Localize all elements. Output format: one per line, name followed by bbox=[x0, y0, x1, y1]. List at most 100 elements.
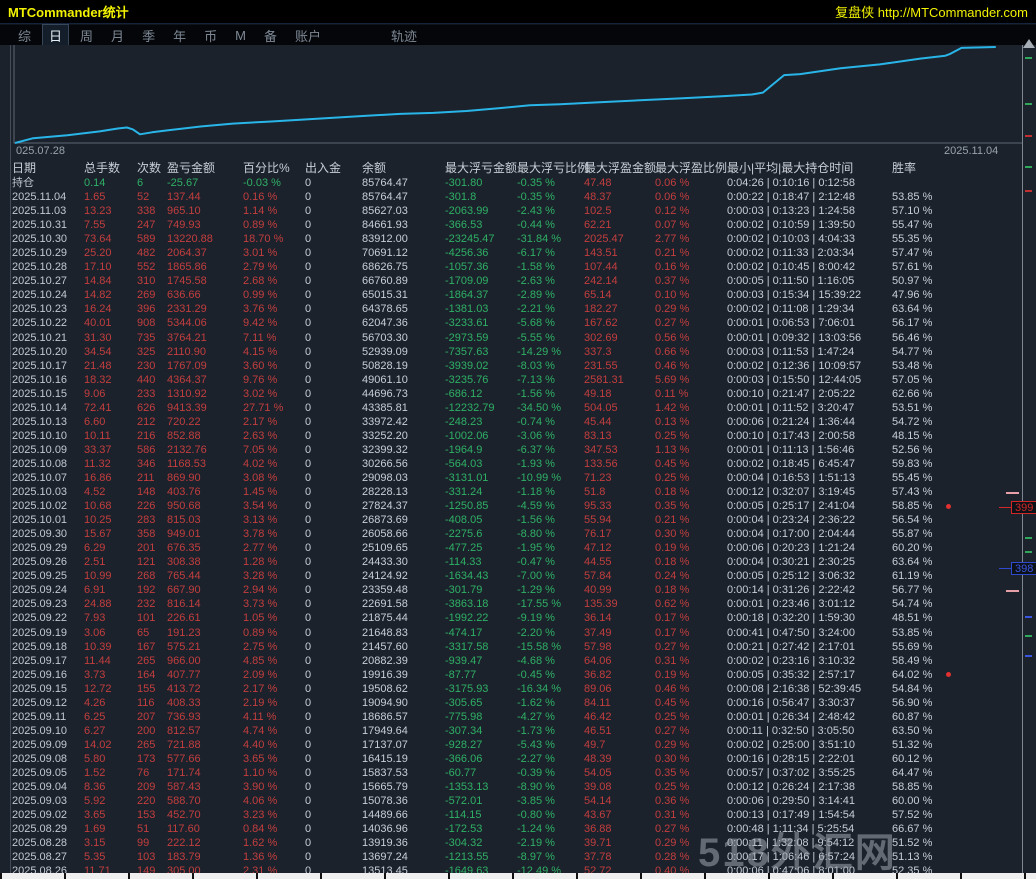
cell: 3.13 % bbox=[243, 514, 278, 527]
column-header[interactable]: 日期 bbox=[12, 161, 84, 176]
table-row[interactable]: 2025.09.26 2.51 121 308.38 1.28 % 0 24433.30 -1… bbox=[0, 555, 1022, 569]
table-row[interactable]: 2025.09.08 5.80 173 577.66 3.65 % 0 16415.19 -3… bbox=[0, 752, 1022, 766]
cell: 24433.30 bbox=[362, 556, 408, 569]
table-row[interactable]: 2025.10.22 40.01 908 5344.06 9.42 % 0 62047.36… bbox=[0, 316, 1022, 330]
table-row[interactable]: 2025.10.30 73.64 589 13220.88 18.70 % 0 83912.… bbox=[0, 232, 1022, 246]
column-header[interactable]: 最大浮亏比例 bbox=[517, 161, 589, 176]
table-row[interactable]: 2025.09.02 3.65 153 452.70 3.23 % 0 14489.66 -1… bbox=[0, 808, 1022, 822]
table-row[interactable]: 2025.10.28 17.10 552 1865.86 2.79 % 0 68626.75… bbox=[0, 260, 1022, 274]
table-row[interactable]: 2025.09.19 3.06 65 191.23 0.89 % 0 21648.83 -47… bbox=[0, 626, 1022, 640]
table-row[interactable]: 2025.09.30 15.67 358 949.01 3.78 % 0 26058.66 -… bbox=[0, 527, 1022, 541]
column-header[interactable]: 总手数 bbox=[84, 161, 137, 176]
table-row[interactable]: 2025.10.10 10.11 216 852.88 2.63 % 0 33252.20 -… bbox=[0, 429, 1022, 443]
cell: 56703.30 bbox=[362, 331, 408, 344]
menu-item-币[interactable]: 币 bbox=[198, 25, 223, 46]
cell: -25.67 bbox=[167, 177, 199, 189]
table-row[interactable]: 2025.10.13 6.60 212 720.22 2.17 % 0 33972.42 -2… bbox=[0, 415, 1022, 429]
cell: 66.67 % bbox=[892, 823, 933, 836]
menu-item-账户[interactable]: 账户 bbox=[289, 25, 327, 46]
table-row[interactable]: 2025.10.27 14.84 310 1745.58 2.68 % 0 66760.89… bbox=[0, 274, 1022, 288]
cell: 2.79 % bbox=[243, 261, 278, 274]
table-row[interactable]: 2025.09.16 3.73 164 407.77 2.09 % 0 19916.39 -8… bbox=[0, 668, 1022, 682]
cell: 13919.36 bbox=[362, 837, 408, 850]
column-header[interactable]: 出入金 bbox=[305, 161, 362, 176]
menu-item-备[interactable]: 备 bbox=[258, 25, 283, 46]
column-header[interactable]: 百分比% bbox=[243, 161, 305, 176]
table-row[interactable]: 2025.10.15 9.06 233 1310.92 3.02 % 0 44696.73 -… bbox=[0, 387, 1022, 401]
table-row[interactable]: 2025.09.22 7.93 101 226.61 1.05 % 0 21875.44 -1… bbox=[0, 611, 1022, 625]
table-row[interactable]: 2025.10.21 31.30 735 3764.21 7.11 % 0 56703.30… bbox=[0, 331, 1022, 345]
table-row[interactable]: 2025.10.02 10.68 226 950.68 3.54 % 0 27824.37 -… bbox=[0, 499, 1022, 513]
table-row[interactable]: 2025.10.31 7.55 247 749.93 0.89 % 0 84661.93 -3… bbox=[0, 218, 1022, 232]
table-row[interactable]: 2025.09.18 10.39 167 575.21 2.75 % 0 21457.60 -… bbox=[0, 640, 1022, 654]
cell: 101 bbox=[137, 612, 156, 625]
cell: -301.8 bbox=[445, 191, 477, 204]
table-row[interactable]: 2025.09.12 4.26 116 408.33 2.19 % 0 19094.90 -3… bbox=[0, 696, 1022, 710]
table-row[interactable]: 2025.09.09 14.02 265 721.88 4.40 % 0 17137.07 -… bbox=[0, 738, 1022, 752]
table-row[interactable]: 2025.10.14 72.41 626 9413.39 27.71 % 0 43385.8… bbox=[0, 401, 1022, 415]
menu-item-年[interactable]: 年 bbox=[167, 25, 192, 46]
table-row[interactable]: 2025.10.17 21.48 230 1767.09 3.60 % 0 50828.19… bbox=[0, 359, 1022, 373]
column-header[interactable]: 最大浮亏金额 bbox=[445, 161, 517, 176]
table-row[interactable]: 2025.09.23 24.88 232 816.14 3.73 % 0 22691.58 -… bbox=[0, 597, 1022, 611]
column-header[interactable]: 最大浮盈金额 bbox=[584, 161, 656, 176]
table-row[interactable]: 2025.08.29 1.69 51 117.60 0.84 % 0 14036.96 -17… bbox=[0, 822, 1022, 836]
column-header[interactable]: 盈亏金额 bbox=[167, 161, 243, 176]
table-row[interactable]: 2025.09.24 6.91 192 667.90 2.94 % 0 23359.48 -3… bbox=[0, 583, 1022, 597]
cell: -1.29 % bbox=[517, 584, 555, 597]
cell: 0.25 % bbox=[655, 710, 690, 723]
menu-item-周[interactable]: 周 bbox=[74, 25, 99, 46]
table-row[interactable]: 2025.10.20 34.54 325 2110.90 4.15 % 0 52939.09… bbox=[0, 345, 1022, 359]
cell: 25.20 bbox=[84, 247, 112, 260]
table-row[interactable]: 2025.09.04 8.36 209 587.43 3.90 % 0 15665.79 -1… bbox=[0, 780, 1022, 794]
cell: 0.99 % bbox=[243, 289, 278, 302]
table-row[interactable]: 2025.10.09 33.37 586 2132.76 7.05 % 0 32399.32… bbox=[0, 443, 1022, 457]
cell: 721.88 bbox=[167, 738, 201, 751]
table-row[interactable]: 2025.08.28 3.15 99 222.12 1.62 % 0 13919.36 -30… bbox=[0, 836, 1022, 850]
cell: 575.21 bbox=[167, 640, 201, 653]
menu-item-trail[interactable]: 轨迹 bbox=[385, 25, 423, 46]
table-row[interactable]: 2025.09.17 11.44 265 966.00 4.85 % 0 20882.39 -… bbox=[0, 654, 1022, 668]
menu-item-季[interactable]: 季 bbox=[136, 25, 161, 46]
cell: 0 bbox=[305, 626, 312, 639]
table-row[interactable]: 2025.10.01 10.25 283 815.03 3.13 % 0 26873.69 -… bbox=[0, 513, 1022, 527]
menu-item-M[interactable]: M bbox=[229, 27, 252, 44]
table-row[interactable]: 2025.11.04 1.65 52 137.44 0.16 % 0 85764.47 -30… bbox=[0, 190, 1022, 204]
cell: 56.54 % bbox=[892, 514, 933, 527]
cell: 403.76 bbox=[167, 486, 201, 499]
column-header[interactable]: 次数 bbox=[137, 161, 167, 176]
bottom-ruler-scrollbar[interactable] bbox=[0, 873, 1036, 879]
table-row[interactable]: 持仓 0.14 6 -25.67 -0.03 % 0 85764.47 -301.80 -0.3… bbox=[0, 176, 1022, 190]
table-row[interactable]: 2025.09.10 6.27 200 812.57 4.74 % 0 17949.64 -3… bbox=[0, 724, 1022, 738]
table-row[interactable]: 2025.09.29 6.29 201 676.35 2.77 % 0 25109.65 -4… bbox=[0, 541, 1022, 555]
cell: 667.90 bbox=[167, 584, 201, 597]
table-body[interactable]: 持仓 0.14 6 -25.67 -0.03 % 0 85764.47 -301.80 -0.3… bbox=[0, 176, 1022, 878]
table-row[interactable]: 2025.10.29 25.20 482 2064.37 3.01 % 0 70691.12… bbox=[0, 246, 1022, 260]
column-header[interactable]: 余额 bbox=[362, 161, 445, 176]
cell: 36.88 bbox=[584, 823, 612, 836]
table-row[interactable]: 2025.09.15 12.72 155 413.72 2.17 % 0 19508.62 -… bbox=[0, 682, 1022, 696]
table-row[interactable]: 2025.08.27 5.35 103 183.79 1.36 % 0 13697.24 -1… bbox=[0, 850, 1022, 864]
table-row[interactable]: 2025.10.03 4.52 148 403.76 1.45 % 0 28228.13 -3… bbox=[0, 485, 1022, 499]
table-row[interactable]: 2025.10.23 16.24 396 2331.29 3.76 % 0 64378.65… bbox=[0, 302, 1022, 316]
table-row[interactable]: 2025.11.03 13.23 338 965.10 1.14 % 0 85627.03 -… bbox=[0, 204, 1022, 218]
menu-item-日[interactable]: 日 bbox=[42, 23, 70, 47]
table-row[interactable]: 2025.09.05 1.52 76 171.74 1.10 % 0 15837.53 -60… bbox=[0, 766, 1022, 780]
cell: 2025.09.05 bbox=[12, 766, 68, 779]
table-row[interactable]: 2025.10.16 18.32 440 4364.37 9.76 % 0 49061.10… bbox=[0, 373, 1022, 387]
table-row[interactable]: 2025.10.07 16.86 211 869.90 3.08 % 0 29098.03 -… bbox=[0, 471, 1022, 485]
table-row[interactable]: 2025.10.08 11.32 346 1168.53 4.02 % 0 30266.56… bbox=[0, 457, 1022, 471]
brand-link[interactable]: 复盘侠 http://MTCommander.com bbox=[835, 2, 1028, 21]
column-header[interactable]: 最小|平均|最大持仓时间 bbox=[727, 161, 892, 176]
table-row[interactable]: 2025.09.03 5.92 220 588.70 4.06 % 0 15078.36 -5… bbox=[0, 794, 1022, 808]
cell: 2025.08.29 bbox=[12, 823, 68, 836]
column-header[interactable]: 最大浮盈比例 bbox=[655, 161, 727, 176]
menu-item-月[interactable]: 月 bbox=[105, 25, 130, 46]
menu-item-综[interactable]: 综 bbox=[12, 25, 37, 46]
cell: 14489.66 bbox=[362, 809, 408, 822]
table-row[interactable]: 2025.09.11 6.25 207 736.93 4.11 % 0 18686.57 -7… bbox=[0, 710, 1022, 724]
scroll-up-arrow-icon[interactable] bbox=[1023, 39, 1035, 48]
table-row[interactable]: 2025.09.25 10.99 268 765.44 3.28 % 0 24124.92 -… bbox=[0, 569, 1022, 583]
table-row[interactable]: 2025.10.24 14.82 269 636.66 0.99 % 0 65015.31 -… bbox=[0, 288, 1022, 302]
column-header[interactable]: 胜率 bbox=[892, 161, 1022, 176]
